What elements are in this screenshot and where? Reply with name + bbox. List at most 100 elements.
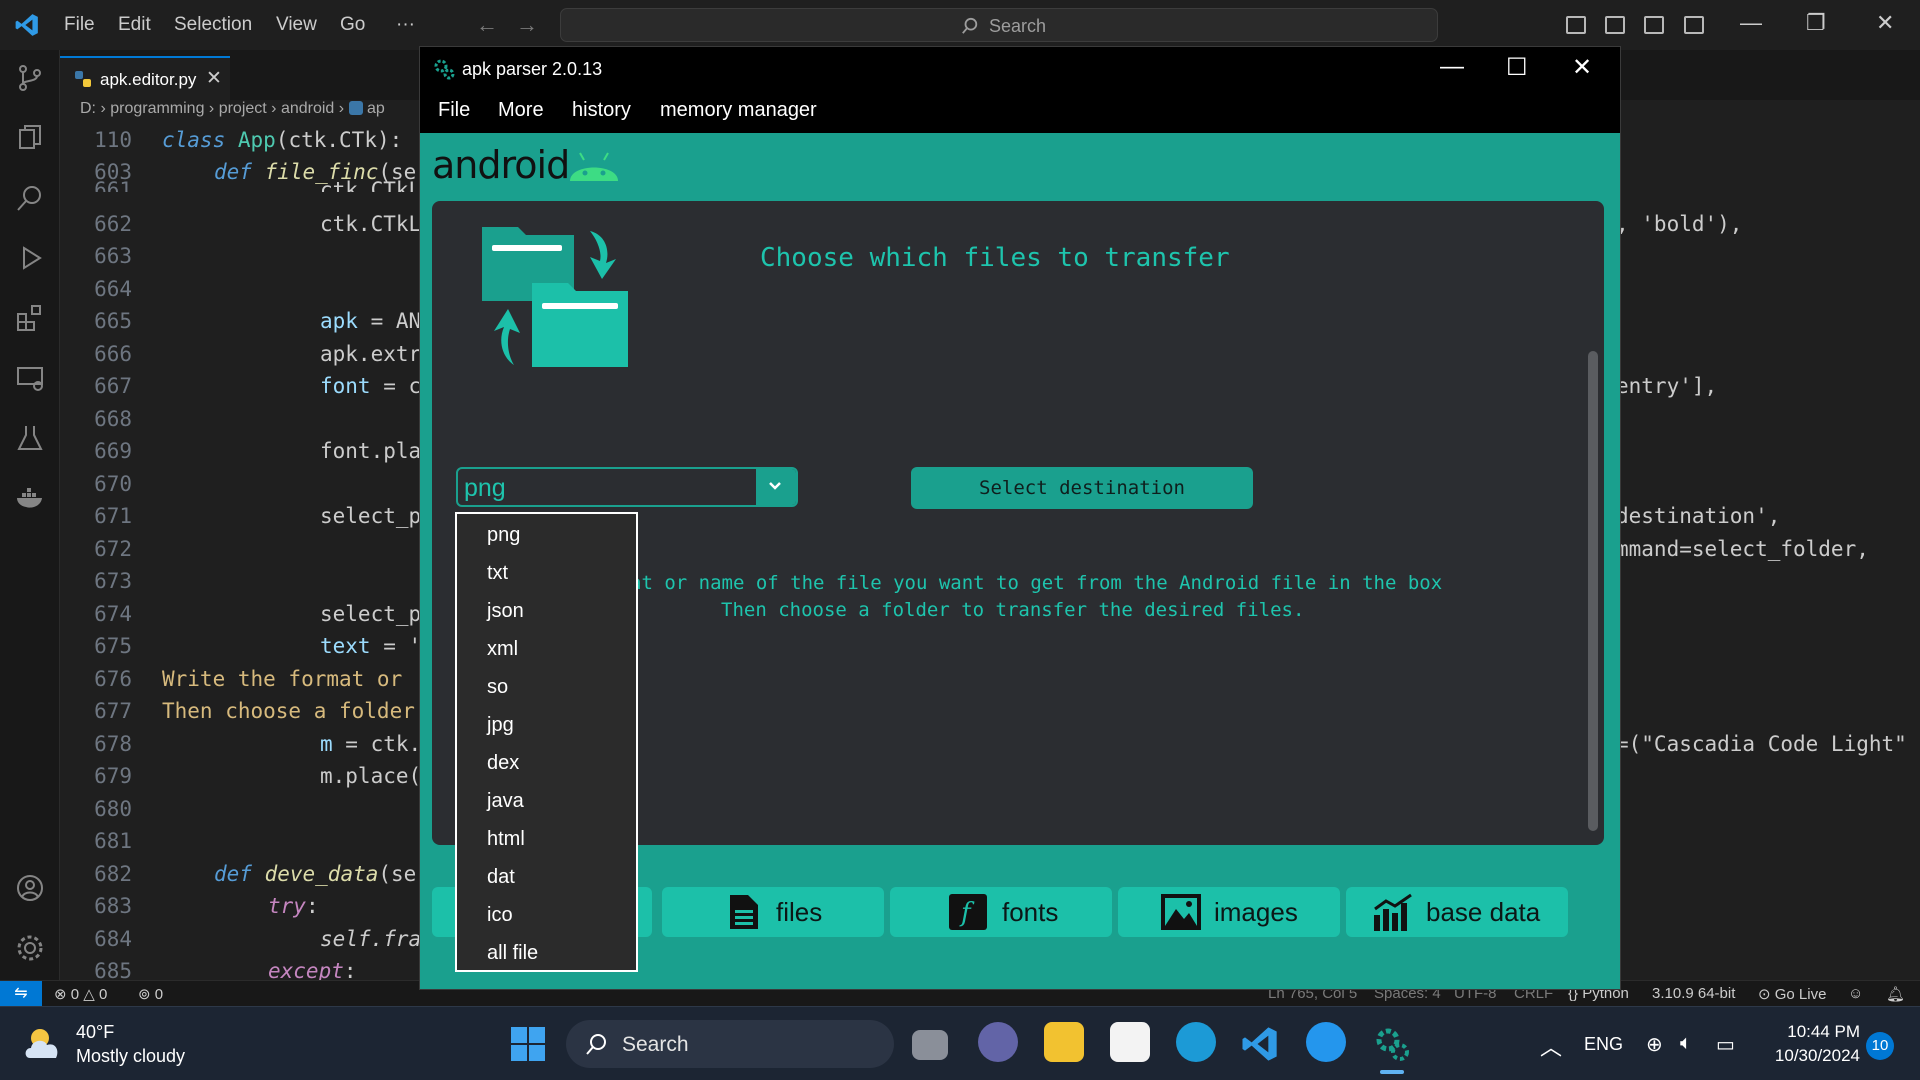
search-sidebar-icon[interactable]: [14, 182, 46, 214]
command-center-search[interactable]: Search: [560, 8, 1438, 42]
network-icon[interactable]: ⊕: [1646, 1032, 1663, 1057]
search-placeholder: Search: [989, 16, 1047, 36]
apk-minimize-icon[interactable]: —: [1440, 53, 1464, 81]
dropdown-option-xml[interactable]: xml: [487, 638, 518, 661]
clock-date[interactable]: 10/30/2024: [1760, 1046, 1860, 1066]
menu-selection[interactable]: Selection: [174, 14, 252, 36]
nav-button-files[interactable]: files: [662, 887, 884, 937]
docker-desktop-icon[interactable]: [1306, 1022, 1346, 1062]
toggle-sidebar-icon[interactable]: [1566, 16, 1586, 34]
dropdown-option-dat[interactable]: dat: [487, 866, 515, 889]
teams-chat-icon[interactable]: [978, 1022, 1018, 1062]
taskbar-search[interactable]: Search: [566, 1020, 894, 1068]
testing-icon[interactable]: [14, 422, 46, 454]
nav-button-images[interactable]: images: [1118, 887, 1340, 937]
instruction-line-1: at or name of the file you want to get f…: [630, 572, 1443, 594]
file-format-value[interactable]: png: [464, 474, 506, 503]
dropdown-option-jpg[interactable]: jpg: [487, 714, 514, 737]
close-icon[interactable]: ✕: [1876, 10, 1894, 36]
customize-layout-icon[interactable]: [1684, 16, 1704, 34]
docker-icon[interactable]: [14, 482, 46, 514]
apk-maximize-icon[interactable]: ☐: [1506, 53, 1528, 82]
file-format-combobox[interactable]: png: [456, 467, 798, 507]
battery-icon[interactable]: ▭: [1716, 1032, 1735, 1057]
copilot-icon[interactable]: ☺: [1848, 985, 1863, 1002]
toggle-panel-icon[interactable]: [1605, 16, 1625, 34]
apk-menu-more[interactable]: More: [498, 99, 544, 122]
input-language[interactable]: ENG: [1584, 1034, 1623, 1055]
code-line: =("Cascadia Code Light": [1616, 732, 1907, 756]
notifications-bell-icon[interactable]: 🔔︎: [1886, 985, 1905, 1003]
run-debug-icon[interactable]: [14, 242, 46, 274]
forward-arrow-icon[interactable]: →: [516, 12, 538, 38]
toggle-secondary-sidebar-icon[interactable]: [1644, 16, 1664, 34]
dropdown-option-all-file[interactable]: all file: [487, 942, 538, 965]
problems-indicator[interactable]: ⊗ 0 △ 0: [54, 985, 107, 1003]
windows-start-icon[interactable]: [510, 1026, 546, 1062]
microsoft-store-icon[interactable]: [1110, 1022, 1150, 1062]
notification-count-badge[interactable]: 10: [1866, 1032, 1894, 1060]
volume-icon[interactable]: 🔈︎: [1680, 1032, 1692, 1055]
tab-apk-editor[interactable]: apk.editor.py ✕: [60, 56, 230, 100]
tab-close-icon[interactable]: ✕: [206, 67, 222, 90]
file-explorer-icon[interactable]: [1044, 1022, 1084, 1062]
remote-explorer-icon[interactable]: [14, 362, 46, 394]
content-scrollbar[interactable]: [1588, 351, 1598, 831]
apk-menu-memory-manager[interactable]: memory manager: [660, 99, 817, 122]
vscode-taskbar-icon[interactable]: [1240, 1024, 1280, 1064]
menu-view[interactable]: View: [276, 14, 317, 36]
code-editor-right[interactable]: , 'bold'), entry'], destination', mmand=…: [1616, 126, 1920, 986]
apk-menu-history[interactable]: history: [572, 99, 631, 122]
dropdown-option-dex[interactable]: dex: [487, 752, 519, 775]
remote-indicator-icon[interactable]: ⇋: [0, 981, 42, 1007]
nav-label-base-data: base data: [1426, 897, 1541, 927]
source-control-icon[interactable]: [14, 62, 46, 94]
breadcrumb-path[interactable]: D: › programming › project › android ›: [80, 100, 349, 117]
weather-description[interactable]: Mostly cloudy: [76, 1046, 185, 1067]
line-number: 662: [94, 212, 132, 236]
menu-edit[interactable]: Edit: [118, 14, 151, 36]
tray-overflow-chevron-icon[interactable]: ︿: [1540, 1030, 1562, 1062]
apk-menu-file[interactable]: File: [438, 99, 470, 122]
apk-parser-taskbar-icon[interactable]: [1372, 1024, 1412, 1064]
python-interpreter[interactable]: 3.10.9 64-bit: [1652, 985, 1735, 1002]
go-live[interactable]: ⊙ Go Live: [1758, 985, 1826, 1003]
explorer-icon[interactable]: [14, 122, 46, 154]
line-number: 665: [94, 309, 132, 333]
menu-go[interactable]: Go: [340, 14, 365, 36]
weather-cloud-icon[interactable]: [22, 1024, 66, 1064]
dropdown-option-png[interactable]: png: [487, 524, 520, 547]
weather-temperature[interactable]: 40°F: [76, 1022, 114, 1043]
task-view-icon[interactable]: [912, 1030, 948, 1060]
ports-indicator[interactable]: ⊚ 0: [138, 985, 163, 1003]
back-arrow-icon[interactable]: ←: [476, 12, 498, 38]
select-destination-button[interactable]: Select destination: [911, 467, 1253, 509]
minimize-icon[interactable]: —: [1740, 10, 1762, 36]
edge-browser-icon[interactable]: [1176, 1022, 1216, 1062]
dropdown-option-html[interactable]: html: [487, 828, 525, 851]
restore-icon[interactable]: ❐: [1806, 10, 1826, 36]
dropdown-option-json[interactable]: json: [487, 600, 524, 623]
nav-button-fonts[interactable]: f fonts: [890, 887, 1112, 937]
menu-file[interactable]: File: [64, 14, 95, 36]
manage-gear-icon[interactable]: [14, 932, 46, 964]
apk-close-icon[interactable]: ✕: [1572, 53, 1592, 82]
dropdown-option-java[interactable]: java: [487, 790, 524, 813]
dropdown-option-ico[interactable]: ico: [487, 904, 513, 927]
apk-titlebar[interactable]: apk parser 2.0.13 — ☐ ✕: [420, 47, 1620, 89]
code-editor-left[interactable]: class App(ctk.CTk): def file_finc(se ctk…: [162, 126, 424, 986]
extensions-icon[interactable]: [14, 302, 46, 334]
breadcrumb-file[interactable]: ap: [367, 100, 385, 117]
file-document-icon: [730, 895, 758, 929]
dropdown-option-txt[interactable]: txt: [487, 562, 508, 585]
combobox-dropdown-button[interactable]: [756, 469, 796, 505]
line-number: 676: [94, 667, 132, 691]
line-number: 682: [94, 862, 132, 886]
breadcrumb[interactable]: D: › programming › project › android › a…: [80, 100, 385, 122]
accounts-icon[interactable]: [14, 872, 46, 904]
clock-time[interactable]: 10:44 PM: [1760, 1022, 1860, 1042]
dropdown-option-so[interactable]: so: [487, 676, 508, 699]
tab-label: apk.editor.py: [100, 70, 197, 89]
nav-button-base-data[interactable]: base data: [1346, 887, 1568, 937]
menu-more[interactable]: ···: [396, 14, 415, 36]
